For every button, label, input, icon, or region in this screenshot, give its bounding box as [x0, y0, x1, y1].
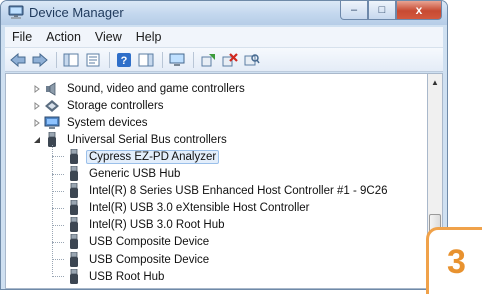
tree-item-label: USB Root Hub [89, 270, 165, 283]
tree-item-label: Intel(R) 8 Series USB Enhanced Host Cont… [89, 185, 388, 198]
usb-icon [66, 148, 82, 165]
caption-buttons: – □ x [340, 1, 442, 20]
toolbar-separator [193, 51, 194, 68]
speaker-icon [44, 81, 60, 97]
back-arrow-icon[interactable] [9, 51, 27, 69]
device-tree[interactable]: Sound, video and game controllers Storage… [5, 73, 428, 289]
tree-item-label: Storage controllers [67, 99, 164, 112]
window-title: Device Manager [29, 5, 124, 20]
tree-item[interactable]: Intel(R) 8 Series USB Enhanced Host Cont… [66, 183, 391, 200]
collapsed-arrow-icon[interactable] [32, 84, 42, 94]
update-driver-icon[interactable] [199, 51, 217, 69]
tree-item-selected[interactable]: Cypress EZ-PD Analyzer [66, 148, 220, 165]
tree-item-label: Intel(R) USB 3.0 eXtensible Host Control… [89, 202, 310, 215]
menu-help[interactable]: Help [129, 30, 169, 44]
toolbar-separator [56, 51, 57, 68]
tree-item-label: Cypress EZ-PD Analyzer [86, 149, 220, 164]
usb-icon [66, 200, 82, 216]
tree-item-label: Generic USB Hub [89, 168, 181, 180]
svg-text:?: ? [121, 55, 128, 67]
close-icon: x [415, 3, 423, 17]
tree-connector-line [52, 276, 64, 278]
console-tree-icon[interactable] [62, 51, 80, 69]
tree-item[interactable]: Generic USB Hub [66, 166, 183, 183]
action-pane-icon[interactable] [137, 51, 155, 69]
tree-item[interactable]: System devices [32, 114, 151, 131]
tree-item-label: USB Composite Device [89, 236, 210, 249]
tree-item[interactable]: Storage controllers [32, 97, 167, 114]
toolbar: ? [5, 48, 443, 72]
tree-connector-line [52, 145, 53, 275]
menu-view[interactable]: View [88, 30, 129, 44]
tree-connector-line [52, 190, 64, 192]
usb-icon [66, 217, 82, 233]
properties-icon[interactable] [84, 51, 102, 69]
device-manager-window: Device Manager – □ x File Action View He… [0, 0, 448, 290]
forward-arrow-icon[interactable] [31, 51, 49, 69]
tree-item[interactable]: Sound, video and game controllers [32, 80, 248, 97]
tree-item-label: Universal Serial Bus controllers [67, 133, 227, 146]
minimize-button[interactable]: – [340, 1, 368, 20]
tree-connector-line [52, 224, 64, 226]
help-icon[interactable]: ? [115, 51, 133, 69]
monitor-icon[interactable] [168, 51, 186, 69]
tree-item[interactable]: Intel(R) USB 3.0 Root Hub [66, 217, 228, 234]
usb-icon [66, 234, 82, 250]
tree-connector-line [52, 173, 64, 175]
tree-connector-line [52, 241, 64, 243]
tree-item-label: Sound, video and game controllers [67, 82, 245, 95]
tree-connector-line [52, 259, 64, 260]
tree-item[interactable]: USB Root Hub [66, 268, 167, 285]
tree-item-label: System devices [67, 116, 148, 129]
tree-item[interactable]: Universal Serial Bus controllers [32, 131, 230, 148]
computer-icon [8, 5, 24, 20]
tree-item[interactable]: Intel(R) USB 3.0 eXtensible Host Control… [66, 200, 313, 217]
expanded-arrow-icon[interactable] [32, 135, 42, 145]
system-icon [44, 115, 60, 131]
scan-hardware-icon[interactable] [243, 51, 261, 69]
toolbar-separator [162, 51, 163, 68]
tree-item[interactable]: USB Composite Device [66, 251, 212, 268]
disable-device-icon[interactable] [221, 51, 239, 69]
menu-file[interactable]: File [5, 30, 39, 44]
usb-icon [66, 166, 82, 182]
title-bar[interactable]: Device Manager – □ x [1, 1, 447, 25]
collapsed-arrow-icon[interactable] [32, 101, 42, 111]
tree-item[interactable]: USB Composite Device [66, 234, 212, 251]
usb-icon [66, 251, 82, 268]
maximize-button[interactable]: □ [368, 1, 396, 20]
scroll-up-arrow-icon[interactable]: ▲ [428, 74, 442, 90]
usb-icon [66, 268, 82, 285]
menu-bar: File Action View Help [5, 27, 443, 48]
storage-icon [44, 98, 60, 114]
close-button[interactable]: x [396, 1, 442, 20]
menu-action[interactable]: Action [39, 30, 88, 44]
tree-item-label: USB Composite Device [89, 253, 210, 266]
tree-connector-line [52, 156, 64, 158]
usb-icon [66, 183, 82, 199]
toolbar-separator [109, 51, 110, 68]
tree-connector-line [52, 207, 64, 209]
tree-item-label: Intel(R) USB 3.0 Root Hub [89, 219, 225, 232]
step-number-badge: 3 [426, 227, 482, 294]
maximize-icon: □ [378, 4, 386, 16]
collapsed-arrow-icon[interactable] [32, 118, 42, 128]
minimize-icon: – [350, 4, 358, 16]
